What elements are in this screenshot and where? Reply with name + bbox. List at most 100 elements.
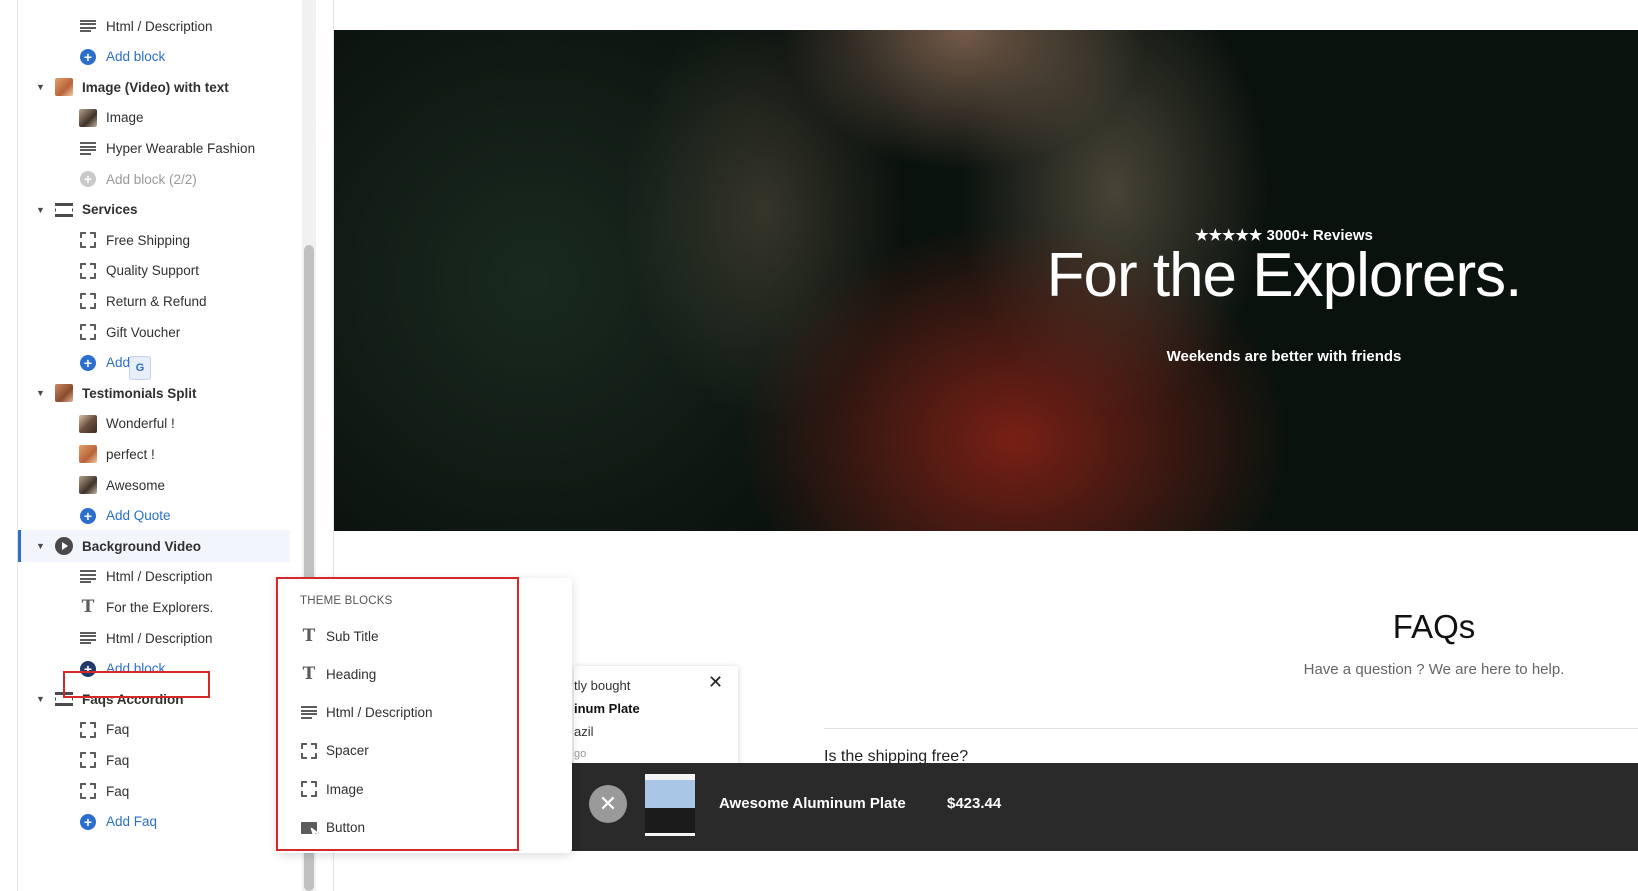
dashed-box-icon bbox=[78, 230, 98, 250]
sidebar-row-label: Faq bbox=[106, 722, 130, 738]
sidebar-add-block[interactable]: +Add ice bbox=[18, 347, 290, 379]
lines-icon bbox=[78, 567, 98, 587]
sidebar-row-label: Free Shipping bbox=[106, 232, 191, 248]
sidebar-row-label: For the Explorers. bbox=[106, 599, 214, 615]
sidebar-row-label: Image bbox=[106, 110, 144, 126]
sidebar-block-item[interactable]: Faq bbox=[18, 714, 290, 746]
sticky-product-name: Awesome Aluminum Plate bbox=[719, 795, 906, 812]
sidebar-row-label: perfect ! bbox=[106, 446, 155, 462]
image-thumbnail-icon bbox=[54, 77, 74, 97]
sidebar-block-item[interactable]: perfect ! bbox=[18, 438, 290, 470]
sidebar-section[interactable]: ▼ Background Video bbox=[18, 530, 290, 563]
sidebar-row-label: Html / Description bbox=[106, 569, 213, 585]
sidebar-row-label: Services bbox=[82, 202, 138, 218]
dashed-box-icon bbox=[78, 781, 98, 801]
dashed-box-icon bbox=[78, 720, 98, 740]
sidebar-block-item[interactable]: Free Shipping bbox=[18, 224, 290, 256]
sidebar-row-label: Html / Description bbox=[106, 630, 213, 646]
caret-down-icon[interactable]: ▼ bbox=[36, 205, 46, 215]
sidebar-block-item[interactable]: Return & Refund bbox=[18, 285, 290, 317]
popup-time-ago: go bbox=[574, 748, 587, 760]
dashed-box-icon bbox=[78, 322, 98, 342]
sidebar-add-block[interactable]: + Add block bbox=[18, 41, 290, 73]
sidebar-block-item[interactable]: Html / Description bbox=[18, 622, 290, 654]
sidebar-row-label: Wonderful ! bbox=[106, 416, 175, 432]
text-T-icon: T bbox=[81, 597, 95, 618]
theme-editor-sidebar: Html / Description + Add block ▼ Image (Vide… bbox=[17, 0, 320, 891]
sidebar-block-item[interactable]: Image bbox=[18, 102, 290, 134]
sidebar-section[interactable]: ▼ Services bbox=[18, 194, 290, 226]
image-thumbnail-icon bbox=[54, 383, 74, 403]
close-circle-icon[interactable]: ✕ bbox=[589, 785, 627, 823]
sidebar-add-block[interactable]: + Add Faq bbox=[18, 806, 290, 838]
caret-down-icon[interactable]: ▼ bbox=[36, 82, 46, 92]
sidebar-block-item[interactable]: Faq bbox=[18, 744, 290, 776]
lines-icon bbox=[78, 16, 98, 36]
plus-circle-icon: + bbox=[78, 506, 98, 526]
sidebar-block-item[interactable]: Hyper Wearable Fashion bbox=[18, 132, 290, 164]
sidebar-row-label: Add block bbox=[106, 49, 166, 65]
sidebar-row-label: Gift Voucher bbox=[106, 324, 181, 340]
sidebar-block-item[interactable]: Quality Support bbox=[18, 255, 290, 287]
sidebar-add-block[interactable]: + Add Quote bbox=[18, 500, 290, 532]
dashed-box-icon bbox=[78, 261, 98, 281]
sidebar-row-label: Return & Refund bbox=[106, 293, 207, 309]
sidebar-add-block[interactable]: + Add block (2/2) bbox=[18, 163, 290, 195]
dashed-box-icon bbox=[78, 291, 98, 311]
section-icon bbox=[54, 200, 74, 220]
sidebar-row-label: Awesome bbox=[106, 477, 166, 493]
sticky-add-to-cart-bar: ✕ Awesome Aluminum Plate $423.44 bbox=[570, 763, 1638, 851]
sticky-product-price: $423.44 bbox=[947, 795, 1002, 812]
sidebar-row-label: Add Faq bbox=[106, 814, 158, 830]
recently-bought-popup[interactable]: tly bought inum Plate azil go ✕ bbox=[574, 666, 738, 773]
sidebar-row-label: Quality Support bbox=[106, 263, 200, 279]
lines-icon bbox=[78, 138, 98, 158]
sidebar-row-label: Faq bbox=[106, 783, 130, 799]
google-translate-icon[interactable]: G bbox=[129, 356, 151, 380]
sidebar-row-label: Hyper Wearable Fashion bbox=[106, 140, 256, 156]
faq-title: FAQs bbox=[1392, 608, 1476, 645]
image-thumbnail-icon bbox=[78, 108, 98, 128]
sidebar-block-item[interactable]: Html / Description bbox=[18, 10, 290, 42]
dashed-box-icon bbox=[78, 750, 98, 770]
hero-heading: For the Explorers. bbox=[1046, 241, 1523, 310]
popup-product-name: inum Plate bbox=[574, 701, 640, 716]
sidebar-section[interactable]: ▼ Testimonials Split bbox=[18, 377, 290, 409]
sidebar-row-label: Add Quote bbox=[106, 508, 171, 524]
sidebar-block-item[interactable]: Gift Voucher bbox=[18, 316, 290, 348]
play-icon bbox=[54, 536, 74, 556]
image-thumbnail-icon bbox=[78, 414, 98, 434]
image-thumbnail-icon bbox=[78, 475, 98, 495]
plus-circle-icon: + bbox=[78, 47, 98, 67]
product-thumbnail bbox=[645, 774, 695, 836]
plus-circle-icon: + bbox=[78, 353, 98, 373]
faq-subtitle: Have a question ? We are here to help. bbox=[1303, 661, 1565, 678]
sidebar-section[interactable]: ▼ Image (Video) with text bbox=[18, 71, 290, 103]
faq-divider bbox=[824, 728, 1638, 729]
caret-down-icon[interactable]: ▼ bbox=[36, 388, 46, 398]
add-block-highlight-box bbox=[63, 671, 210, 698]
sidebar-row-label: Background Video bbox=[82, 538, 202, 554]
popover-highlight-box bbox=[276, 577, 519, 851]
caret-down-icon[interactable]: ▼ bbox=[36, 541, 46, 551]
caret-down-icon[interactable]: ▼ bbox=[36, 694, 46, 704]
sidebar-row-label: Image (Video) with text bbox=[82, 79, 229, 95]
plus-circle-icon: + bbox=[78, 169, 98, 189]
plus-circle-icon: + bbox=[78, 812, 98, 832]
sidebar-block-item[interactable]: Html / Description bbox=[18, 561, 290, 593]
popup-recent-text: tly bought bbox=[574, 678, 631, 693]
sidebar-block-item[interactable]: Faq bbox=[18, 775, 290, 807]
sidebar-row-label: Html / Description bbox=[106, 18, 213, 34]
sidebar-block-item[interactable]: Awesome bbox=[18, 469, 290, 501]
popup-location: azil bbox=[574, 724, 594, 739]
sidebar-row-label: Testimonials Split bbox=[82, 385, 197, 401]
sidebar-row-label: Faq bbox=[106, 752, 130, 768]
lines-icon bbox=[78, 628, 98, 648]
sidebar-block-item[interactable]: Wonderful ! bbox=[18, 408, 290, 440]
sidebar-row-label: Add block (2/2) bbox=[106, 171, 197, 187]
close-icon[interactable]: ✕ bbox=[708, 672, 723, 693]
background-video-section: ★★★★★ 3000+ Reviews For the Explorers. W… bbox=[334, 30, 1638, 531]
hero-description: Weekends are better with friends bbox=[1166, 348, 1402, 365]
image-thumbnail-icon bbox=[78, 444, 98, 464]
sidebar-block-item[interactable]: T For the Explorers. bbox=[18, 591, 290, 623]
